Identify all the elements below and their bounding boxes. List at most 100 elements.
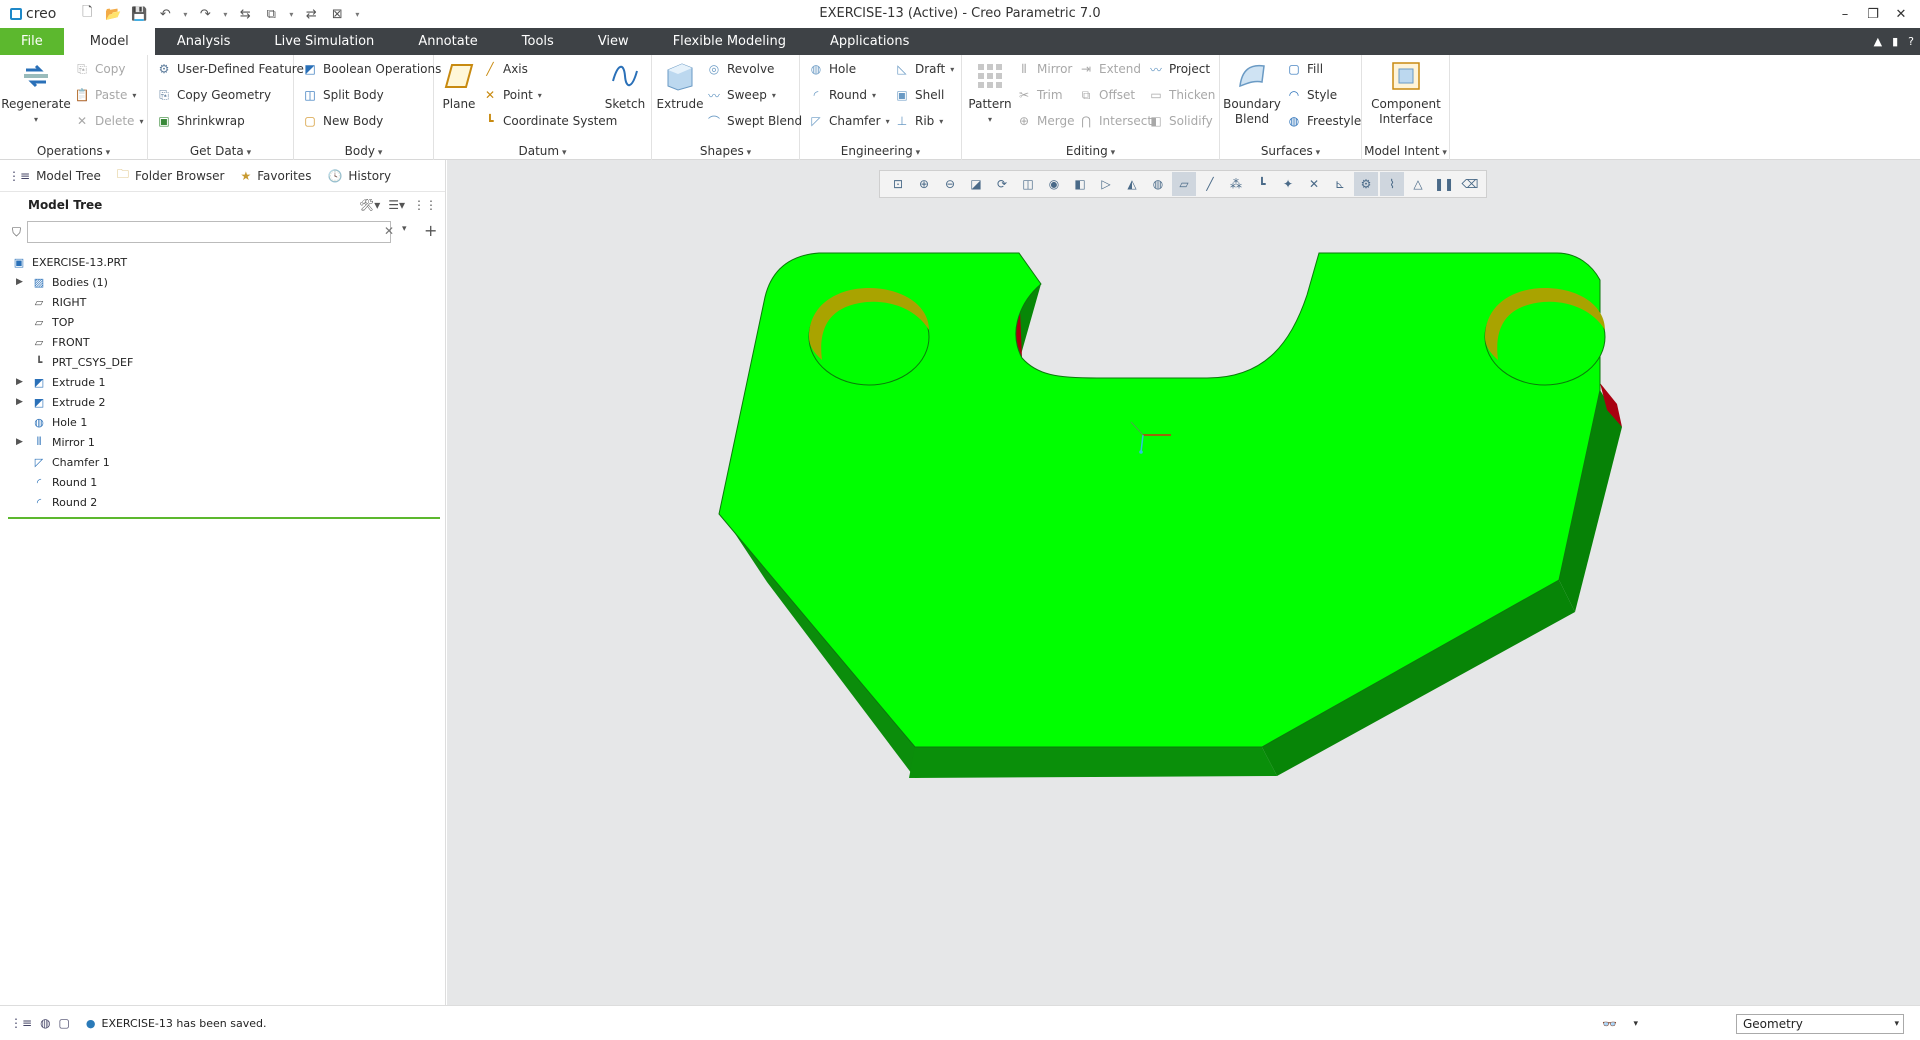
group-label-body[interactable]: Body (294, 144, 433, 158)
point-dropdown-icon[interactable]: ▾ (538, 91, 542, 100)
sweep-button[interactable]: 〰 Sweep ▾ (706, 84, 776, 106)
tab-tools[interactable]: Tools (500, 28, 576, 55)
pattern-button[interactable]: Pattern ▾ (966, 59, 1014, 127)
boolean-operations-button[interactable]: ◩ Boolean Operations (302, 58, 441, 80)
tree-item[interactable]: ▱ TOP (0, 312, 445, 332)
tab-flexible-modeling[interactable]: Flexible Modeling (651, 28, 808, 55)
windows-dropdown-icon[interactable]: ▾ (286, 3, 296, 25)
part-model-view[interactable] (447, 160, 1920, 1005)
mirror-button[interactable]: ⫴ Mirror (1016, 58, 1072, 80)
chamfer-dropdown-icon[interactable]: ▾ (886, 117, 890, 126)
search-dropdown-icon[interactable]: ▾ (402, 224, 407, 234)
trim-button[interactable]: ✂ Trim (1016, 84, 1063, 106)
tree-item[interactable]: ┗ PRT_CSYS_DEF (0, 352, 445, 372)
extend-button[interactable]: ⇥ Extend (1078, 58, 1141, 80)
nav-tab-favorites[interactable]: ★ Favorites (240, 169, 311, 183)
tree-item[interactable]: ◸ Chamfer 1 (0, 452, 445, 472)
tree-item[interactable]: ◍ Hole 1 (0, 412, 445, 432)
shell-button[interactable]: ▣ Shell (894, 84, 944, 106)
tab-annotate[interactable]: Annotate (396, 28, 499, 55)
graphics-window[interactable]: ⊡ ⊕ ⊖ ◪ ⟳ ◫ ◉ ◧ ▷ ◭ ◍ ▱ ╱ ⁂ ┗ ✦ ✕ ⊾ ⚙ ⌇ … (447, 160, 1920, 1005)
group-label-editing[interactable]: Editing (962, 144, 1219, 158)
close-window-icon[interactable]: ⊠ (326, 3, 348, 25)
thicken-button[interactable]: ▭ Thicken (1148, 84, 1215, 106)
offset-button[interactable]: ⧉ Offset (1078, 84, 1135, 106)
tree-settings-icon[interactable]: 🛠▾ (359, 198, 380, 212)
redo-dropdown-icon[interactable]: ▾ (220, 3, 230, 25)
round-dropdown-icon[interactable]: ▾ (872, 91, 876, 100)
copy-button[interactable]: ⎘ Copy (74, 58, 125, 80)
new-file-icon[interactable]: 🗋 (76, 3, 98, 25)
tree-item[interactable]: ◜ Round 2 (0, 492, 445, 512)
pattern-dropdown-icon[interactable]: ▾ (988, 112, 992, 127)
tree-item[interactable]: ▶ ◩ Extrude 2 (0, 392, 445, 412)
open-file-icon[interactable]: 📂 (102, 3, 124, 25)
group-label-engineering[interactable]: Engineering (800, 144, 961, 158)
tree-item[interactable]: ▶ ◩ Extrude 1 (0, 372, 445, 392)
ribbon-options-icon[interactable]: ▮ (1892, 35, 1898, 48)
solidify-button[interactable]: ◧ Solidify (1148, 110, 1212, 132)
add-filter-icon[interactable]: + (424, 221, 437, 240)
split-body-button[interactable]: ◫ Split Body (302, 84, 383, 106)
delete-button[interactable]: ✕ Delete ▾ (74, 110, 143, 132)
show-navigator-icon[interactable]: ⋮≡ (10, 1016, 32, 1030)
draft-button[interactable]: ◺ Draft ▾ (894, 58, 954, 80)
nav-tab-history[interactable]: 🕓 History (327, 169, 391, 183)
tree-item[interactable]: ▱ RIGHT (0, 292, 445, 312)
rib-button[interactable]: ⊥ Rib ▾ (894, 110, 944, 132)
tree-item[interactable]: ◜ Round 1 (0, 472, 445, 492)
style-button[interactable]: ◠ Style (1286, 84, 1337, 106)
group-label-model-intent[interactable]: Model Intent (1362, 144, 1449, 158)
regenerate-dropdown-icon[interactable]: ▾ (34, 112, 38, 127)
freestyle-button[interactable]: ◍ Freestyle (1286, 110, 1362, 132)
group-label-get-data[interactable]: Get Data (148, 144, 293, 158)
boundary-blend-button[interactable]: Boundary Blend (1223, 59, 1281, 127)
model-tree-search-input[interactable] (27, 221, 392, 243)
shrinkwrap-button[interactable]: ▣ Shrinkwrap (156, 110, 244, 132)
group-label-surfaces[interactable]: Surfaces (1220, 144, 1361, 158)
expand-arrow-icon[interactable]: ▶ (16, 437, 23, 447)
regenerate-button[interactable]: Regenerate ▾ (1, 59, 71, 127)
customize-qat-icon[interactable]: ▾ (352, 3, 362, 25)
nav-tab-model-tree[interactable]: ⋮≡ Model Tree (8, 169, 101, 183)
undo-dropdown-icon[interactable]: ▾ (180, 3, 190, 25)
switch-window-icon[interactable]: ⇄ (300, 3, 322, 25)
copy-geometry-button[interactable]: ⎘ Copy Geometry (156, 84, 271, 106)
nav-tab-folder-browser[interactable]: 🗀 Folder Browser (117, 165, 225, 186)
paste-button[interactable]: 📋 Paste ▾ (74, 84, 137, 106)
fill-button[interactable]: ▢ Fill (1286, 58, 1323, 80)
merge-button[interactable]: ⊕ Merge (1016, 110, 1075, 132)
group-label-shapes[interactable]: Shapes (652, 144, 799, 158)
coordinate-system-button[interactable]: ┗ Coordinate System (482, 110, 617, 132)
tree-columns-icon[interactable]: ⋮⋮ (413, 198, 437, 212)
tree-item[interactable]: ▱ FRONT (0, 332, 445, 352)
tab-file[interactable]: File (0, 28, 64, 55)
clear-search-icon[interactable]: ✕ (384, 224, 394, 238)
point-button[interactable]: ✕ Point ▾ (482, 84, 542, 106)
tree-show-icon[interactable]: ☰▾ (388, 198, 405, 212)
close-button[interactable]: ✕ (1890, 7, 1912, 22)
hole-button[interactable]: ◍ Hole (808, 58, 856, 80)
expand-arrow-icon[interactable]: ▶ (16, 397, 23, 407)
sweep-dropdown-icon[interactable]: ▾ (772, 91, 776, 100)
restore-button[interactable]: ❐ (1862, 7, 1884, 22)
group-label-datum[interactable]: Datum (434, 144, 651, 158)
tab-analysis[interactable]: Analysis (155, 28, 253, 55)
show-browser-icon[interactable]: ◍ (40, 1016, 50, 1030)
tab-view[interactable]: View (576, 28, 651, 55)
revolve-button[interactable]: ◎ Revolve (706, 58, 775, 80)
filter-icon[interactable]: ⛉ (12, 225, 21, 240)
project-button[interactable]: 〰 Project (1148, 58, 1210, 80)
tree-item[interactable]: ▶ ⫴ Mirror 1 (0, 432, 445, 452)
undo-icon[interactable]: ↶ (154, 3, 176, 25)
intersect-button[interactable]: ⋂ Intersect (1078, 110, 1152, 132)
tree-item[interactable]: ▣ EXERCISE-13.PRT (0, 252, 445, 272)
rib-dropdown-icon[interactable]: ▾ (939, 117, 943, 126)
insert-indicator[interactable] (8, 517, 440, 519)
help-icon[interactable]: ? (1908, 35, 1914, 48)
full-screen-icon[interactable]: ▢ (59, 1016, 70, 1030)
delete-dropdown-icon[interactable]: ▾ (139, 117, 143, 126)
redo-icon[interactable]: ↷ (194, 3, 216, 25)
draft-dropdown-icon[interactable]: ▾ (950, 65, 954, 74)
part-exercise-13[interactable] (718, 252, 1622, 778)
